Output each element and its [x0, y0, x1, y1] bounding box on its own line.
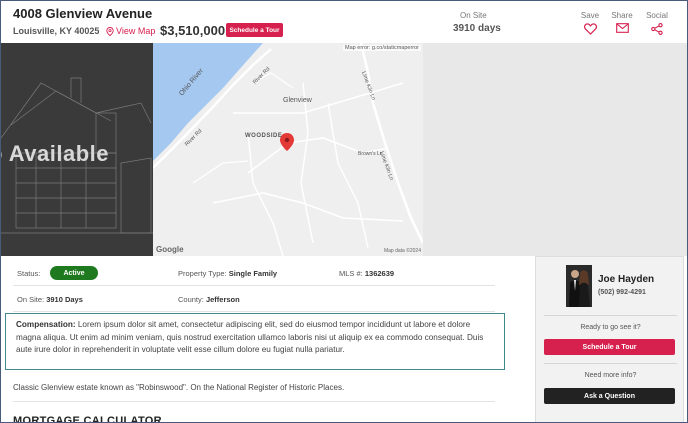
info-question: Need more info? [584, 372, 637, 379]
map-label-brown: Brown's Ln [358, 151, 383, 157]
listing-address: 4008 Glenview Avenue [13, 6, 153, 21]
map-label-woodside: WOODSIDE [245, 133, 283, 139]
social-label: Social [646, 11, 668, 20]
property-type-label: Property Type: [178, 269, 227, 278]
listing-photo[interactable]: o Available [1, 43, 153, 256]
description-divider [13, 401, 495, 402]
on-site-label: On Site [460, 11, 487, 20]
save-button[interactable]: Save [575, 11, 605, 35]
status-badge: Active [50, 266, 98, 280]
ask-question-button[interactable]: Ask a Question [544, 388, 675, 404]
share-label: Share [611, 11, 633, 20]
status-label: Status: [17, 269, 41, 278]
media-gray-panel [423, 43, 687, 256]
listing-description: Classic Glenview estate known as "Robins… [13, 383, 345, 392]
compensation-box: Compensation: Lorem ipsum dolor sit amet… [5, 313, 505, 370]
agent-phone[interactable]: (502) 992-4291 [598, 289, 646, 296]
mls-label: MLS #: [339, 269, 363, 278]
agent-photo-image [566, 265, 592, 307]
photo-placeholder-text: o Available [1, 141, 110, 166]
property-type-field: Property Type: Single Family [178, 269, 277, 278]
mail-icon [615, 23, 629, 33]
schedule-tour-button[interactable]: Schedule a Tour [544, 339, 675, 355]
map-pin-icon [106, 26, 114, 36]
save-label: Save [580, 11, 600, 20]
listing-price: $3,510,000 [160, 23, 226, 38]
on-site-label-detail: On Site: [17, 295, 45, 304]
listing-header: 4008 Glenview Avenue Louisville, KY 4002… [1, 1, 687, 43]
map-label-glenview: Glenview [283, 97, 312, 104]
county-field: County: Jefferson [178, 295, 240, 304]
ready-question: Ready to go see it? [580, 324, 641, 331]
listing-details: Status: Active Property Type: Single Fam… [1, 256, 526, 423]
on-site-field: On Site: 3910 Days [17, 295, 83, 304]
compensation-label: Compensation: [16, 320, 76, 329]
map-error-notice: Map error: g.co/staticmaperror [343, 45, 421, 51]
mortgage-calculator-heading: MORTGAGE CALCULATOR [13, 415, 162, 423]
heart-icon [583, 23, 597, 35]
on-site-value-detail: 3910 Days [46, 295, 83, 304]
listing-city: Louisville, KY 40025 [13, 26, 100, 36]
listing-page: 4008 Glenview Avenue Louisville, KY 4002… [0, 0, 688, 423]
agent-name: Joe Hayden [598, 274, 655, 285]
agent-divider-2 [544, 363, 677, 364]
location-map[interactable]: Map error: g.co/staticmaperror Ohio Rive… [153, 43, 423, 256]
agent-card: Joe Hayden (502) 992-4291 Ready to go se… [535, 256, 684, 422]
agent-avatar [566, 265, 592, 307]
share-button[interactable]: Share [607, 11, 637, 33]
county-label: County: [178, 295, 204, 304]
view-map-link[interactable]: View Map [106, 26, 155, 36]
agent-divider-1 [544, 315, 677, 316]
compensation-text: Lorem ipsum dolor sit amet, consectetur … [16, 320, 484, 355]
details-row-1: Status: Active Property Type: Single Fam… [13, 260, 495, 286]
county-value: Jefferson [205, 295, 240, 304]
details-row-2: On Site: 3910 Days County: Jefferson [13, 286, 495, 312]
mls-field: MLS #: 1362639 [339, 269, 394, 278]
google-logo: Google [156, 245, 184, 254]
property-type-value: Single Family [228, 269, 278, 278]
status-field: Status: Active [17, 266, 98, 280]
social-button[interactable]: Social [642, 11, 672, 35]
view-map-label: View Map [116, 26, 156, 36]
map-data-credit: Map data ©2024 [383, 248, 421, 254]
share-nodes-icon [651, 23, 663, 35]
mls-value: 1362639 [364, 269, 395, 278]
schedule-tour-button-header[interactable]: Schedule a Tour [226, 23, 283, 37]
on-site-value: 3910 days [453, 23, 501, 34]
